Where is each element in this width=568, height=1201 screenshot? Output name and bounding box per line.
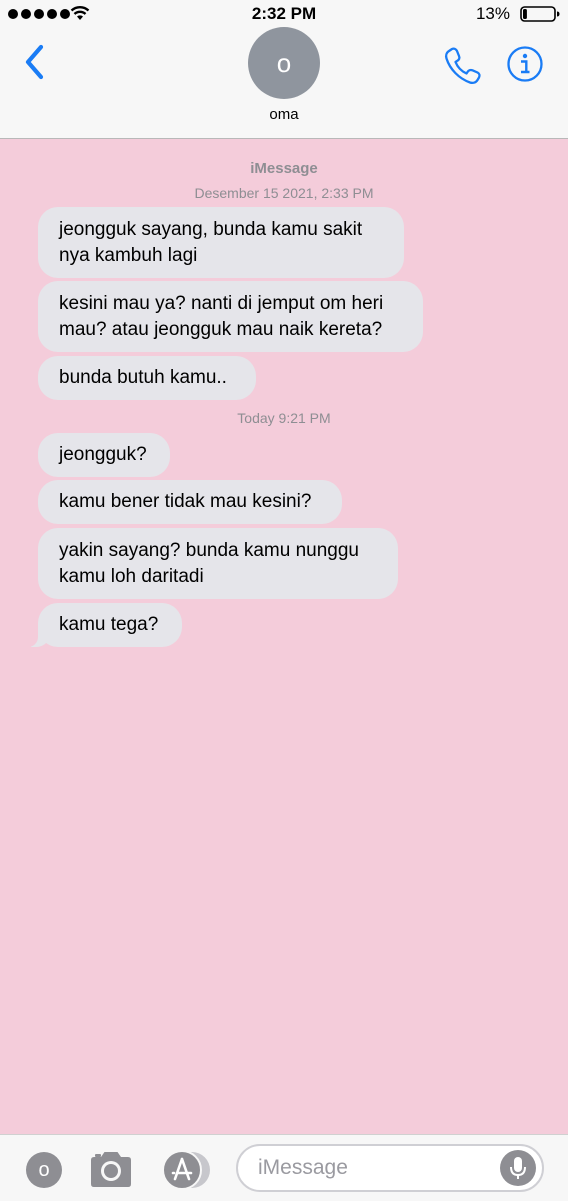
compose-bar: o [0,1134,568,1201]
conversation-header: 2:32 PM 13% o oma [0,0,568,139]
message-text: kamu tega? [59,614,159,635]
app-store-icon[interactable] [161,1150,213,1190]
battery-percent: 13% [475,4,510,23]
message-bubble[interactable]: kesini mau ya? nanti di jemput om heri m… [38,281,423,352]
message-timestamp: Desember 15 2021, 2:33 PM [194,185,374,201]
message-input[interactable] [236,1144,544,1192]
back-chevron-icon[interactable] [18,42,52,82]
phone-icon[interactable] [443,45,483,85]
status-bar: 2:32 PM 13% [0,0,568,28]
message-text: yakin sayang? bunda kamu nunggu kamu loh… [59,539,360,587]
digital-touch-button[interactable]: o [26,1152,62,1188]
message-text: kesini mau ya? nanti di jemput om heri m… [59,292,384,340]
message-text: kamu bener tidak mau kesini? [59,491,312,512]
battery-icon [520,6,560,22]
message-bubble[interactable]: jeongguk sayang, bunda kamu sakit nya ka… [38,207,404,278]
message-text: jeongguk sayang, bunda kamu sakit nya ka… [59,218,363,266]
contact-avatar[interactable]: o [248,27,320,99]
message-bubble[interactable]: bunda butuh kamu.. [38,356,256,400]
message-bubble[interactable]: jeongguk? [38,433,170,477]
microphone-icon[interactable] [500,1150,536,1186]
camera-icon[interactable] [88,1149,134,1189]
info-icon[interactable] [506,45,544,83]
message-bubble[interactable]: kamu bener tidak mau kesini? [38,480,342,524]
contact-name[interactable]: oma [0,106,568,123]
message-text: bunda butuh kamu.. [59,367,227,388]
message-text: jeongguk? [59,444,147,465]
message-timestamp: Today 9:21 PM [237,410,331,426]
service-label: iMessage [250,160,318,177]
message-bubble[interactable]: yakin sayang? bunda kamu nunggu kamu loh… [38,528,398,599]
message-bubble[interactable]: kamu tega? [26,603,182,647]
